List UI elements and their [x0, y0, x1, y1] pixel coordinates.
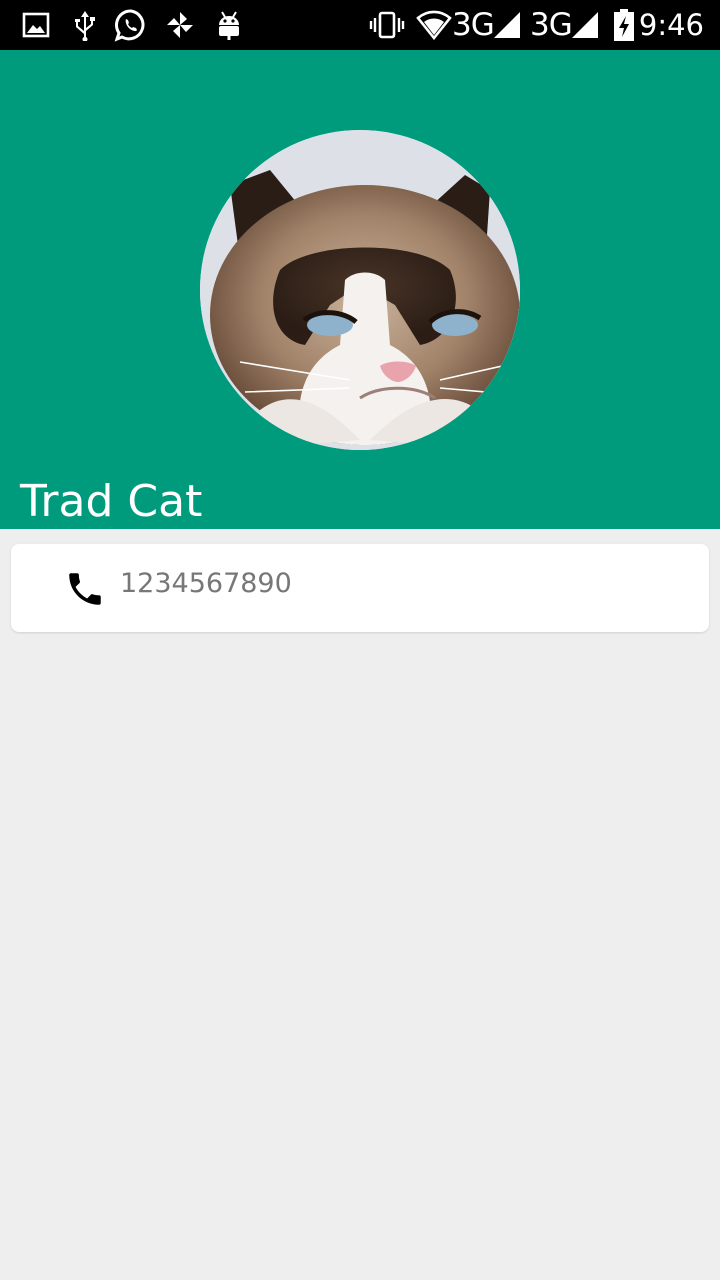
- whatsapp-icon: [114, 9, 148, 42]
- clock: 9:46: [638, 8, 704, 42]
- contact-avatar[interactable]: [200, 130, 520, 450]
- phone-number: 1234567890: [120, 568, 292, 599]
- network-type-1: 3G: [452, 7, 495, 43]
- contact-header: Trad Cat: [0, 50, 720, 529]
- signal-icon: [492, 9, 522, 41]
- pinwheel-icon: [164, 9, 196, 41]
- wifi-icon: [416, 9, 452, 41]
- contact-name: Trad Cat: [20, 476, 203, 527]
- phone-row[interactable]: 1234567890: [11, 544, 709, 632]
- status-bar: 3G 3G 9:46: [0, 0, 720, 50]
- usb-icon: [72, 9, 98, 41]
- gallery-icon: [22, 9, 50, 41]
- vibrate-icon: [368, 9, 406, 41]
- android-icon: [214, 9, 244, 41]
- network-type-2: 3G: [530, 7, 573, 43]
- cat-photo: [200, 130, 520, 450]
- signal-icon: [570, 9, 600, 41]
- phone-icon: [64, 568, 106, 610]
- battery-charging-icon: [612, 9, 636, 41]
